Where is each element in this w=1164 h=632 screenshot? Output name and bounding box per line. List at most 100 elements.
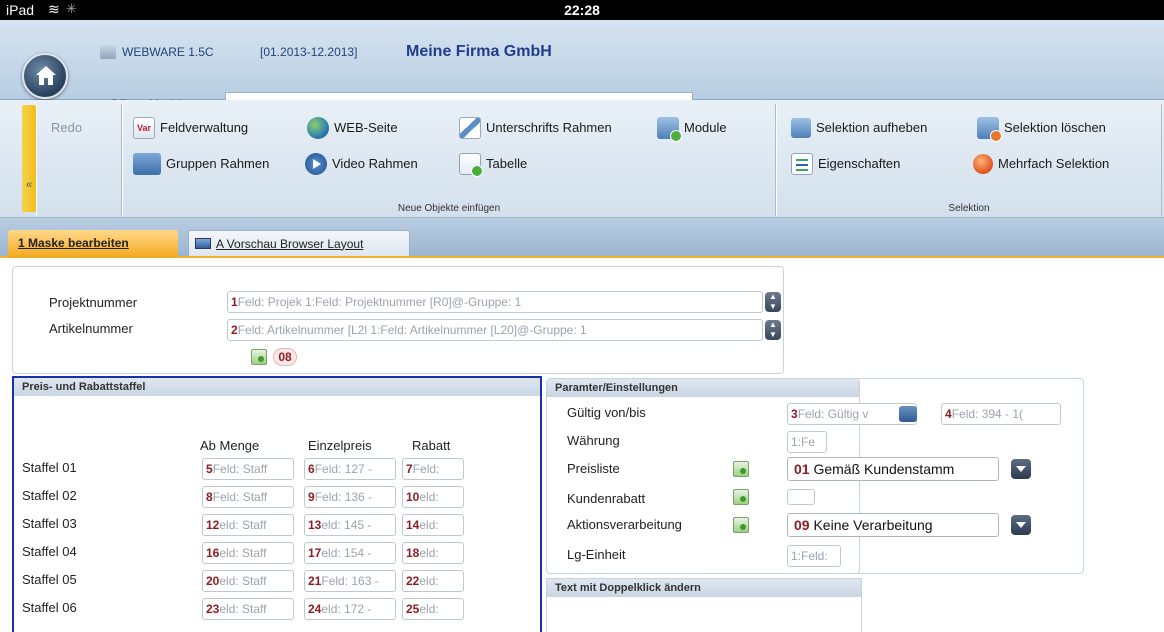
staffel-field[interactable]: 7Feld: [402,458,464,480]
staffel-field[interactable]: 23eld: Staff [202,598,294,620]
tab-vorschau-browser-layout[interactable]: A Vorschau Browser Layout [188,230,410,256]
eigenschaften-button[interactable]: Eigenschaften [791,152,900,176]
staffel-field[interactable]: 20eld: Staff [202,570,294,592]
home-button[interactable] [22,53,68,99]
ribbon-toolbar: « Redo Var Feldverwaltung WEB-Seite Unte… [0,100,1164,218]
staffel-field[interactable]: 25eld: [402,598,464,620]
waehrung-field[interactable]: 1:Fe [787,431,827,453]
field-caption: Feld: Projek 1:Feld: Projektnummer [R0]@… [237,295,522,309]
video-rahmen-button[interactable]: Video Rahmen [305,152,418,176]
web-seite-button[interactable]: WEB-Seite [307,116,398,140]
field-number: 17 [308,546,322,560]
add-field-icon[interactable] [733,461,749,477]
field-caption: Feld: Staff [212,490,268,504]
selektion-loeschen-button[interactable]: Selektion löschen [977,116,1106,142]
field-badge[interactable]: 08 [273,348,297,366]
staffel-field[interactable]: 13eld: 145 - [304,514,396,536]
feldverwaltung-label: Feldverwaltung [160,120,249,135]
kundenrabatt-label: Kundenrabatt [567,491,646,506]
lg-einheit-field[interactable]: 1:Feld: [787,545,841,567]
unterschrifts-rahmen-label: Unterschrifts Rahmen [486,120,612,135]
staffel-label: Staffel 03 [22,516,77,531]
projektnummer-stepper[interactable]: ▲ ▼ [765,292,781,312]
ribbon-collapse-handle[interactable]: « [22,105,36,212]
monitor-icon [195,238,211,249]
tabelle-button[interactable]: Tabelle [459,152,527,177]
field-number: 25 [406,602,420,616]
staffel-field[interactable]: 10eld: [402,486,464,508]
aktionsverarbeitung-select[interactable]: 09 Keine Verarbeitung [787,513,999,537]
field-caption: eld: Staff [219,574,267,588]
selected-option: Keine Verarbeitung [813,517,933,533]
video-rahmen-label: Video Rahmen [332,156,418,171]
field-number: 14 [406,518,420,532]
staffel-field[interactable]: 17eld: 154 - [304,542,396,564]
globe-icon [307,117,329,139]
option-number: 01 [794,461,810,477]
staffel-label: Staffel 01 [22,460,77,475]
neue-objekte-group: Var Feldverwaltung WEB-Seite Unterschrif… [122,104,776,216]
projektnummer-field[interactable]: 1Feld: Projek 1:Feld: Projektnummer [R0]… [227,291,763,313]
preis-rabattstaffel-panel[interactable]: Preis- und Rabattstaffel Ab Menge Einzel… [12,376,542,632]
staffel-field[interactable]: 21Feld: 163 - [304,570,396,592]
period-label: [01.2013-12.2013] [260,45,358,59]
feldverwaltung-button[interactable]: Var Feldverwaltung [133,116,248,140]
staffel-field[interactable]: 9Feld: 136 - [304,486,396,508]
unterschrifts-rahmen-button[interactable]: Unterschrifts Rahmen [459,116,612,140]
kundenrabatt-field[interactable] [787,489,815,505]
artikelnummer-stepper[interactable]: ▲ ▼ [765,320,781,340]
preisliste-select[interactable]: 01 Gemäß Kundenstamm [787,457,999,481]
field-number: 13 [308,518,322,532]
param-panel-title: Paramter/Einstellungen [547,379,859,397]
redo-group: Redo [36,104,122,216]
staffel-field[interactable]: 24eld: 172 - [304,598,396,620]
staffel-label: Staffel 05 [22,572,77,587]
company-name: Meine Firma GmbH [406,43,552,60]
selektion-title: Selektion [948,203,990,214]
add-field-icon[interactable] [733,489,749,505]
mehrfach-selektion-button[interactable]: Mehrfach Selektion [973,152,1109,176]
staffel-label: Staffel 04 [22,544,77,559]
staffel-field[interactable]: 8Feld: Staff [202,486,294,508]
module-button[interactable]: Module [657,116,727,142]
staffel-field[interactable]: 6Feld: 127 - [304,458,396,480]
redo-button[interactable]: Redo [51,116,82,140]
add-field-icon[interactable] [251,349,267,365]
field-number: 9 [308,490,315,504]
gruppen-rahmen-button[interactable]: Gruppen Rahmen [133,152,269,176]
staffel-field[interactable]: 5Feld: Staff [202,458,294,480]
staffel-field[interactable]: 16eld: Staff [202,542,294,564]
chevron-down-icon[interactable] [1011,459,1031,479]
staffel-label: Staffel 02 [22,488,77,503]
calendar-icon[interactable] [899,406,917,422]
app-header: WEBWARE 1.5C [01.2013-12.2013] Meine Fir… [0,20,1164,118]
field-number: 8 [206,490,213,504]
projektnummer-label: Projektnummer [49,295,138,310]
field-caption: Feld: 394 - 1( [951,407,1024,421]
field-number: 16 [206,546,220,560]
staffel-field[interactable]: 14eld: [402,514,464,536]
staffel-field[interactable]: 22eld: [402,570,464,592]
staffel-field[interactable]: 18eld: [402,542,464,564]
neue-objekte-title: Neue Objekte einfügen [397,203,501,214]
kopf-panel: Projektnummer 1Feld: Projek 1:Feld: Proj… [12,266,784,374]
mehrfach-selektion-label: Mehrfach Selektion [998,156,1110,171]
field-caption: Feld: Gültig v [797,407,869,421]
eigenschaften-label: Eigenschaften [818,156,901,171]
chevron-down-icon[interactable] [1011,515,1031,535]
gueltig-bis-field[interactable]: 4Feld: 394 - 1( [941,403,1061,425]
selektion-aufheben-button[interactable]: Selektion aufheben [791,116,927,140]
gueltig-von-field[interactable]: 3Feld: Gültig v [787,403,917,425]
tab-maske-bearbeiten[interactable]: 1 Maske bearbeiten [8,230,178,258]
artikelnummer-field[interactable]: 2Feld: Artikelnummer [L2l 1:Feld: Artike… [227,319,763,341]
field-number: 18 [406,546,420,560]
staffel-field[interactable]: 12eld: Staff [202,514,294,536]
field-caption: eld: 145 - [321,518,372,532]
add-field-icon[interactable] [733,517,749,533]
aktionsverarbeitung-label: Aktionsverarbeitung [567,517,682,532]
field-number: 4 [945,407,952,421]
field-caption: eld: [419,490,439,504]
text-panel[interactable]: Text mit Doppelklick ändern [546,578,862,632]
parameter-panel[interactable]: Paramter/Einstellungen Gültig von/bis 3F… [546,378,1061,574]
col-ab-menge: Ab Menge [200,438,260,453]
